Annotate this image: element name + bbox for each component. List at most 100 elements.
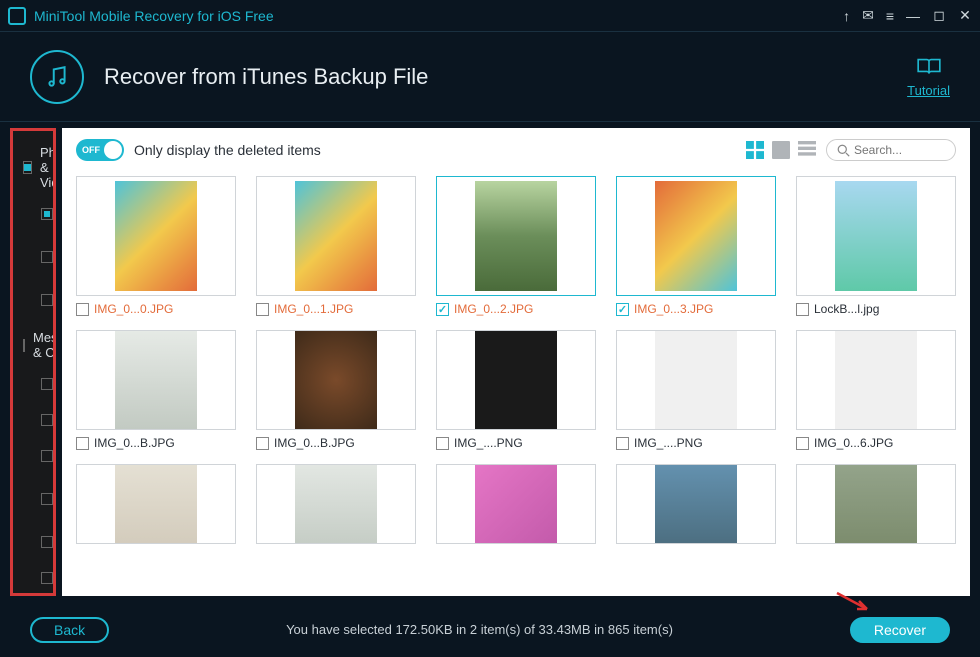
sidebar-group-0[interactable]: Photos & Videos <box>13 139 53 196</box>
minimize-button[interactable]: — <box>906 9 920 23</box>
thumbnail[interactable] <box>256 330 416 430</box>
thumb-cell-0-4[interactable]: LockB...l.jpg <box>796 176 956 316</box>
menu-icon[interactable]: ≡ <box>886 8 894 24</box>
thumb-checkbox[interactable] <box>616 303 629 316</box>
sidebar-item-1-1[interactable]: Messages Att (0/0) <box>13 402 53 438</box>
only-deleted-toggle[interactable]: OFF <box>76 139 124 161</box>
thumb-cell-2-4[interactable] <box>796 464 956 544</box>
thumb-caption: IMG_0...2.JPG <box>436 302 596 316</box>
item-checkbox[interactable] <box>41 493 53 505</box>
thumb-cell-0-2[interactable]: IMG_0...2.JPG <box>436 176 596 316</box>
thumb-cell-1-4[interactable]: IMG_0...6.JPG <box>796 330 956 450</box>
sidebar-group-1[interactable]: Messages & Call log <box>13 324 53 366</box>
thumbnail[interactable] <box>796 330 956 430</box>
thumb-caption: IMG_....PNG <box>436 436 596 450</box>
thumb-cell-1-2[interactable]: IMG_....PNG <box>436 330 596 450</box>
app-title: MiniTool Mobile Recovery for iOS Free <box>34 8 843 24</box>
sidebar-item-1-0[interactable]: Messages (0/0) <box>13 366 53 402</box>
thumb-filename: IMG_....PNG <box>454 436 523 450</box>
sidebar-item-0-0[interactable]: Photos (4/47) <box>13 196 53 232</box>
thumbnail[interactable] <box>76 330 236 430</box>
thumb-checkbox[interactable] <box>256 303 269 316</box>
status-text: You have selected 172.50KB in 2 item(s) … <box>109 622 850 637</box>
thumb-checkbox[interactable] <box>76 437 89 450</box>
sidebar-item-1-2[interactable]: Contacts (111/193) <box>13 438 53 474</box>
thumb-caption: LockB...l.jpg <box>796 302 956 316</box>
thumbnail[interactable] <box>436 464 596 544</box>
mail-icon[interactable]: ✉ <box>862 7 874 24</box>
thumb-checkbox[interactable] <box>616 437 629 450</box>
thumbnail[interactable] <box>256 464 416 544</box>
thumb-checkbox[interactable] <box>436 437 449 450</box>
recover-button[interactable]: Recover <box>850 617 950 643</box>
list-view-icon[interactable] <box>798 141 816 159</box>
group-checkbox[interactable] <box>23 339 25 352</box>
titlebar: MiniTool Mobile Recovery for iOS Free ↑ … <box>0 0 980 32</box>
thumb-checkbox[interactable] <box>796 437 809 450</box>
thumb-cell-2-2[interactable] <box>436 464 596 544</box>
thumb-caption: IMG_0...B.JPG <box>256 436 416 450</box>
sidebar-item-1-4[interactable]: WhatsApp (0/0) <box>13 524 53 560</box>
thumbnail[interactable] <box>76 464 236 544</box>
close-button[interactable]: ✕ <box>958 9 972 23</box>
group-label: Photos & Videos <box>40 145 56 190</box>
item-checkbox[interactable] <box>41 536 53 548</box>
thumb-filename: IMG_0...2.JPG <box>454 302 533 316</box>
thumbnail[interactable] <box>256 176 416 296</box>
sidebar-item-0-2[interactable]: Videos (0/0) <box>13 282 53 318</box>
maximize-button[interactable]: ◻ <box>932 9 946 23</box>
thumb-cell-0-3[interactable]: IMG_0...3.JPG <box>616 176 776 316</box>
thumb-checkbox[interactable] <box>76 303 89 316</box>
thumb-checkbox[interactable] <box>256 437 269 450</box>
item-checkbox[interactable] <box>41 251 53 263</box>
sidebar: Photos & Videos Photos (4/47)App Photos (… <box>10 128 56 596</box>
thumb-checkbox[interactable] <box>796 303 809 316</box>
item-checkbox[interactable] <box>41 294 53 306</box>
thumb-cell-0-0[interactable]: IMG_0...0.JPG <box>76 176 236 316</box>
thumb-caption: IMG_....PNG <box>616 436 776 450</box>
sidebar-item-1-3[interactable]: Call History (0/11) <box>13 474 53 524</box>
page-title: Recover from iTunes Backup File <box>104 64 907 90</box>
thumb-cell-1-0[interactable]: IMG_0...B.JPG <box>76 330 236 450</box>
thumbnail[interactable] <box>796 176 956 296</box>
footer: Back You have selected 172.50KB in 2 ite… <box>0 602 980 657</box>
tutorial-link[interactable]: Tutorial <box>907 56 950 98</box>
item-checkbox[interactable] <box>41 450 53 462</box>
group-checkbox[interactable] <box>23 161 32 174</box>
item-checkbox[interactable] <box>41 208 53 220</box>
thumb-filename: IMG_0...B.JPG <box>94 436 175 450</box>
search-box[interactable] <box>826 139 956 161</box>
thumb-filename: IMG_....PNG <box>634 436 703 450</box>
grid-view-icon[interactable] <box>746 141 764 159</box>
thumb-caption: IMG_0...6.JPG <box>796 436 956 450</box>
item-checkbox[interactable] <box>41 378 53 390</box>
thumbnail[interactable] <box>436 330 596 430</box>
thumbnail[interactable] <box>616 330 776 430</box>
thumbnail[interactable] <box>436 176 596 296</box>
thumbnail[interactable] <box>76 176 236 296</box>
search-input[interactable] <box>854 143 944 157</box>
sidebar-item-0-1[interactable]: App Photos (0/121) <box>13 232 53 282</box>
back-button[interactable]: Back <box>30 617 109 643</box>
window-controls: ↑ ✉ ≡ — ◻ ✕ <box>843 7 972 24</box>
thumbnail[interactable] <box>616 464 776 544</box>
arrow-annotation <box>835 591 875 615</box>
thumb-filename: IMG_0...6.JPG <box>814 436 893 450</box>
thumb-cell-0-1[interactable]: IMG_0...1.JPG <box>256 176 416 316</box>
thumb-cell-2-0[interactable] <box>76 464 236 544</box>
item-checkbox[interactable] <box>41 572 53 584</box>
thumb-filename: IMG_0...1.JPG <box>274 302 353 316</box>
upload-icon[interactable]: ↑ <box>843 8 850 24</box>
thumbnail[interactable] <box>616 176 776 296</box>
thumb-cell-1-1[interactable]: IMG_0...B.JPG <box>256 330 416 450</box>
thumb-cell-2-3[interactable] <box>616 464 776 544</box>
only-deleted-label: Only display the deleted items <box>134 142 736 158</box>
item-checkbox[interactable] <box>41 414 53 426</box>
calendar-view-icon[interactable] <box>772 141 790 159</box>
thumb-cell-1-3[interactable]: IMG_....PNG <box>616 330 776 450</box>
sidebar-item-1-5[interactable]: WhatsApp Att (0/0) <box>13 560 53 596</box>
thumb-checkbox[interactable] <box>436 303 449 316</box>
thumbnail[interactable] <box>796 464 956 544</box>
thumb-cell-2-1[interactable] <box>256 464 416 544</box>
app-logo <box>8 7 26 25</box>
